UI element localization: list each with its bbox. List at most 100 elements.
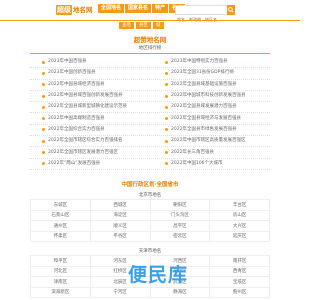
table-row: 通州区 顺义区 昌平区 大兴区 <box>30 220 270 232</box>
rank-divider <box>30 53 270 54</box>
rank-link[interactable]: 2022年中国城市科技创新发展百强县 <box>147 91 270 101</box>
district-link[interactable]: 延庆区 <box>209 230 270 242</box>
subnav-item-2[interactable]: 县区 <box>136 22 151 29</box>
rank-link-label: 2022年中国城市科技创新发展百强县 <box>171 93 246 99</box>
rank-link-label: 2022年全国县域经济与发展百强县 <box>171 115 241 121</box>
subnav-item-3[interactable]: 城 <box>153 22 164 29</box>
district-link[interactable]: 平谷区 <box>89 230 151 242</box>
rank-link[interactable]: 2022年中国高端制造百强县 <box>30 113 147 123</box>
district-link[interactable]: 密云区 <box>149 230 211 242</box>
bullet-icon <box>42 60 45 64</box>
bullet-icon <box>42 162 45 166</box>
district-link[interactable]: 津南区 <box>30 276 91 288</box>
district-link[interactable]: 宁河区 <box>89 286 151 298</box>
district-link[interactable]: 顺义区 <box>89 220 151 232</box>
rank-row: 2022年全国市辖区发展潜力百强区 2022年长三角百强县 <box>30 147 270 159</box>
page-title: 超赞地名网 <box>133 36 167 44</box>
rank-link[interactable]: 2022年全国县域经济与发展百强县 <box>147 113 270 123</box>
rank-link-label: 2023年中国特别实力百强县 <box>171 59 228 65</box>
district-link[interactable]: 门头沟区 <box>149 209 211 221</box>
rank-link[interactable]: 2022年中国县域经济百强县 <box>30 80 147 90</box>
subnav-item-1[interactable]: 查地 <box>119 22 134 29</box>
rank-list: 2023年中国百强县 2023年中国特别实力百强县 2023年中国创新百强县 2023… <box>30 57 270 170</box>
bullet-icon <box>165 71 168 75</box>
rank-link-label: 2022年中国县域百强创新发展百强县 <box>48 93 123 99</box>
district-link[interactable]: 大兴区 <box>209 220 270 232</box>
rank-link[interactable]: 2023年中国创新百强县 <box>30 68 147 78</box>
search-box <box>175 5 229 24</box>
rank-link[interactable]: 2022年全国县域基础设施百强县 <box>147 80 270 90</box>
rank-heading: 地区排行榜 <box>138 46 162 51</box>
rank-link[interactable]: 2022年全国综合实力百强县 <box>30 125 147 135</box>
district-link[interactable]: 石景山区 <box>30 209 91 221</box>
rank-link-label: 2022年中国县域经济百强县 <box>48 81 105 87</box>
rank-link[interactable]: 2022年中国106个大城市 <box>147 159 270 169</box>
district-link[interactable]: 宝坻区 <box>209 276 270 288</box>
rank-link[interactable]: 2022年全国市辖区发展潜力百强区 <box>30 147 147 157</box>
district-link[interactable]: 南开区 <box>209 255 270 267</box>
rank-link[interactable]: 2022年中国市辖区高质量发展百强区 <box>147 136 270 146</box>
search-button[interactable] <box>227 5 235 15</box>
district-link[interactable]: 海淀区 <box>89 209 151 221</box>
site-logo[interactable]: 超级 地名网 <box>56 3 96 16</box>
bullet-icon <box>165 128 168 132</box>
rank-link[interactable]: 2022年长三角百强县 <box>147 147 270 157</box>
district-link[interactable]: 通州区 <box>30 220 91 232</box>
rank-link[interactable]: 2023年中国百强县 <box>30 57 147 67</box>
rank-link-label: 2022年全国市辖区发展潜力百强区 <box>48 149 118 155</box>
bullet-icon <box>42 117 45 121</box>
district-link[interactable]: 昌平区 <box>149 220 211 232</box>
district-link[interactable]: 滨海新区 <box>30 286 91 298</box>
nav-item-specialty[interactable]: 特产 <box>152 4 169 13</box>
rank-link-label: 2023年中国创新百强县 <box>48 70 96 76</box>
bullet-icon <box>165 94 168 98</box>
rank-link[interactable]: 2022年全国县域发展潜力百强县 <box>147 102 270 112</box>
bullet-icon <box>165 139 168 143</box>
district-link[interactable]: 静海区 <box>149 286 211 298</box>
rank-row: 2022年中国县域经济百强县 2022年全国县域基础设施百强县 <box>30 80 270 91</box>
district-link[interactable]: 河北区 <box>30 265 91 277</box>
rank-link[interactable]: 2023年中国特别实力百强县 <box>147 57 270 67</box>
watermark: 便民库 <box>128 264 189 286</box>
bullet-icon <box>42 105 45 109</box>
nav-item-county[interactable]: 国家县名 <box>125 4 152 13</box>
bullet-icon <box>42 151 45 155</box>
district-link[interactable]: 怀柔区 <box>30 230 91 242</box>
bullet-icon <box>165 162 168 166</box>
district-link[interactable]: 东城区 <box>30 199 91 211</box>
bullet-icon <box>42 139 45 143</box>
rank-link[interactable]: 2022年“两山”发展百强县 <box>30 159 147 169</box>
rank-row: 2023年中国创新百强县 2023年全国31省份GDP排行榜 <box>30 68 270 80</box>
rank-row: 2022年中国高端制造百强县 2022年全国县域经济与发展百强县 <box>30 113 270 125</box>
search-icon <box>228 7 234 13</box>
district-link[interactable]: 丰台区 <box>209 199 270 211</box>
rank-link[interactable]: 2022年中国县域百强创新发展百强县 <box>30 91 147 101</box>
rank-link[interactable]: 2022年全国县城新型城镇化建设示范县 <box>30 102 147 112</box>
nav-item-national[interactable]: 全国地名 <box>98 4 125 13</box>
district-link[interactable]: 房山区 <box>209 209 270 221</box>
district-link[interactable]: 西城区 <box>89 199 151 211</box>
logo-mark: 超级 <box>56 4 72 15</box>
table-row: 滨海新区 宁河区 静海区 蓟州区 <box>30 286 270 298</box>
district-link[interactable]: 朝阳区 <box>149 199 211 211</box>
rank-link[interactable]: 2023年全国31省份GDP排行榜 <box>147 68 270 78</box>
rank-link-label: 2022年全国综合实力百强县 <box>48 126 105 132</box>
table-row: 怀柔区 平谷区 密云区 延庆区 <box>30 230 270 242</box>
rank-link[interactable]: 2022年全国市辖区综合实力百强排名 <box>30 136 147 146</box>
district-link[interactable]: 和平区 <box>30 255 91 267</box>
bullet-icon <box>165 117 168 121</box>
tianjin-heading: 天津市地名 <box>138 249 162 254</box>
rank-link[interactable]: 2022年全国县市绿色发展百强县 <box>147 125 270 135</box>
logo-text: 地名网 <box>73 5 93 14</box>
rank-row: 2023年中国百强县 2023年中国特别实力百强县 <box>30 57 270 69</box>
city-section-title: 中国行政区划·全国省市 <box>121 182 179 188</box>
rank-link-label: 2023年中国百强县 <box>48 59 87 65</box>
district-link[interactable]: 西青区 <box>209 265 270 277</box>
district-link[interactable]: 蓟州区 <box>209 286 270 298</box>
bullet-icon <box>165 60 168 64</box>
rank-link-label: 2022年全国县域发展潜力百强县 <box>171 104 237 110</box>
rank-link-label: 2022年中国106个大城市 <box>171 160 223 166</box>
top-bar: 超级 地名网 全国地名 国家县名 特产 名人 <box>0 0 300 24</box>
rank-link-label: 2022年中国高端制造百强县 <box>48 115 105 121</box>
rank-row: 2022年“两山”发展百强县 2022年中国106个大城市 <box>30 159 270 170</box>
